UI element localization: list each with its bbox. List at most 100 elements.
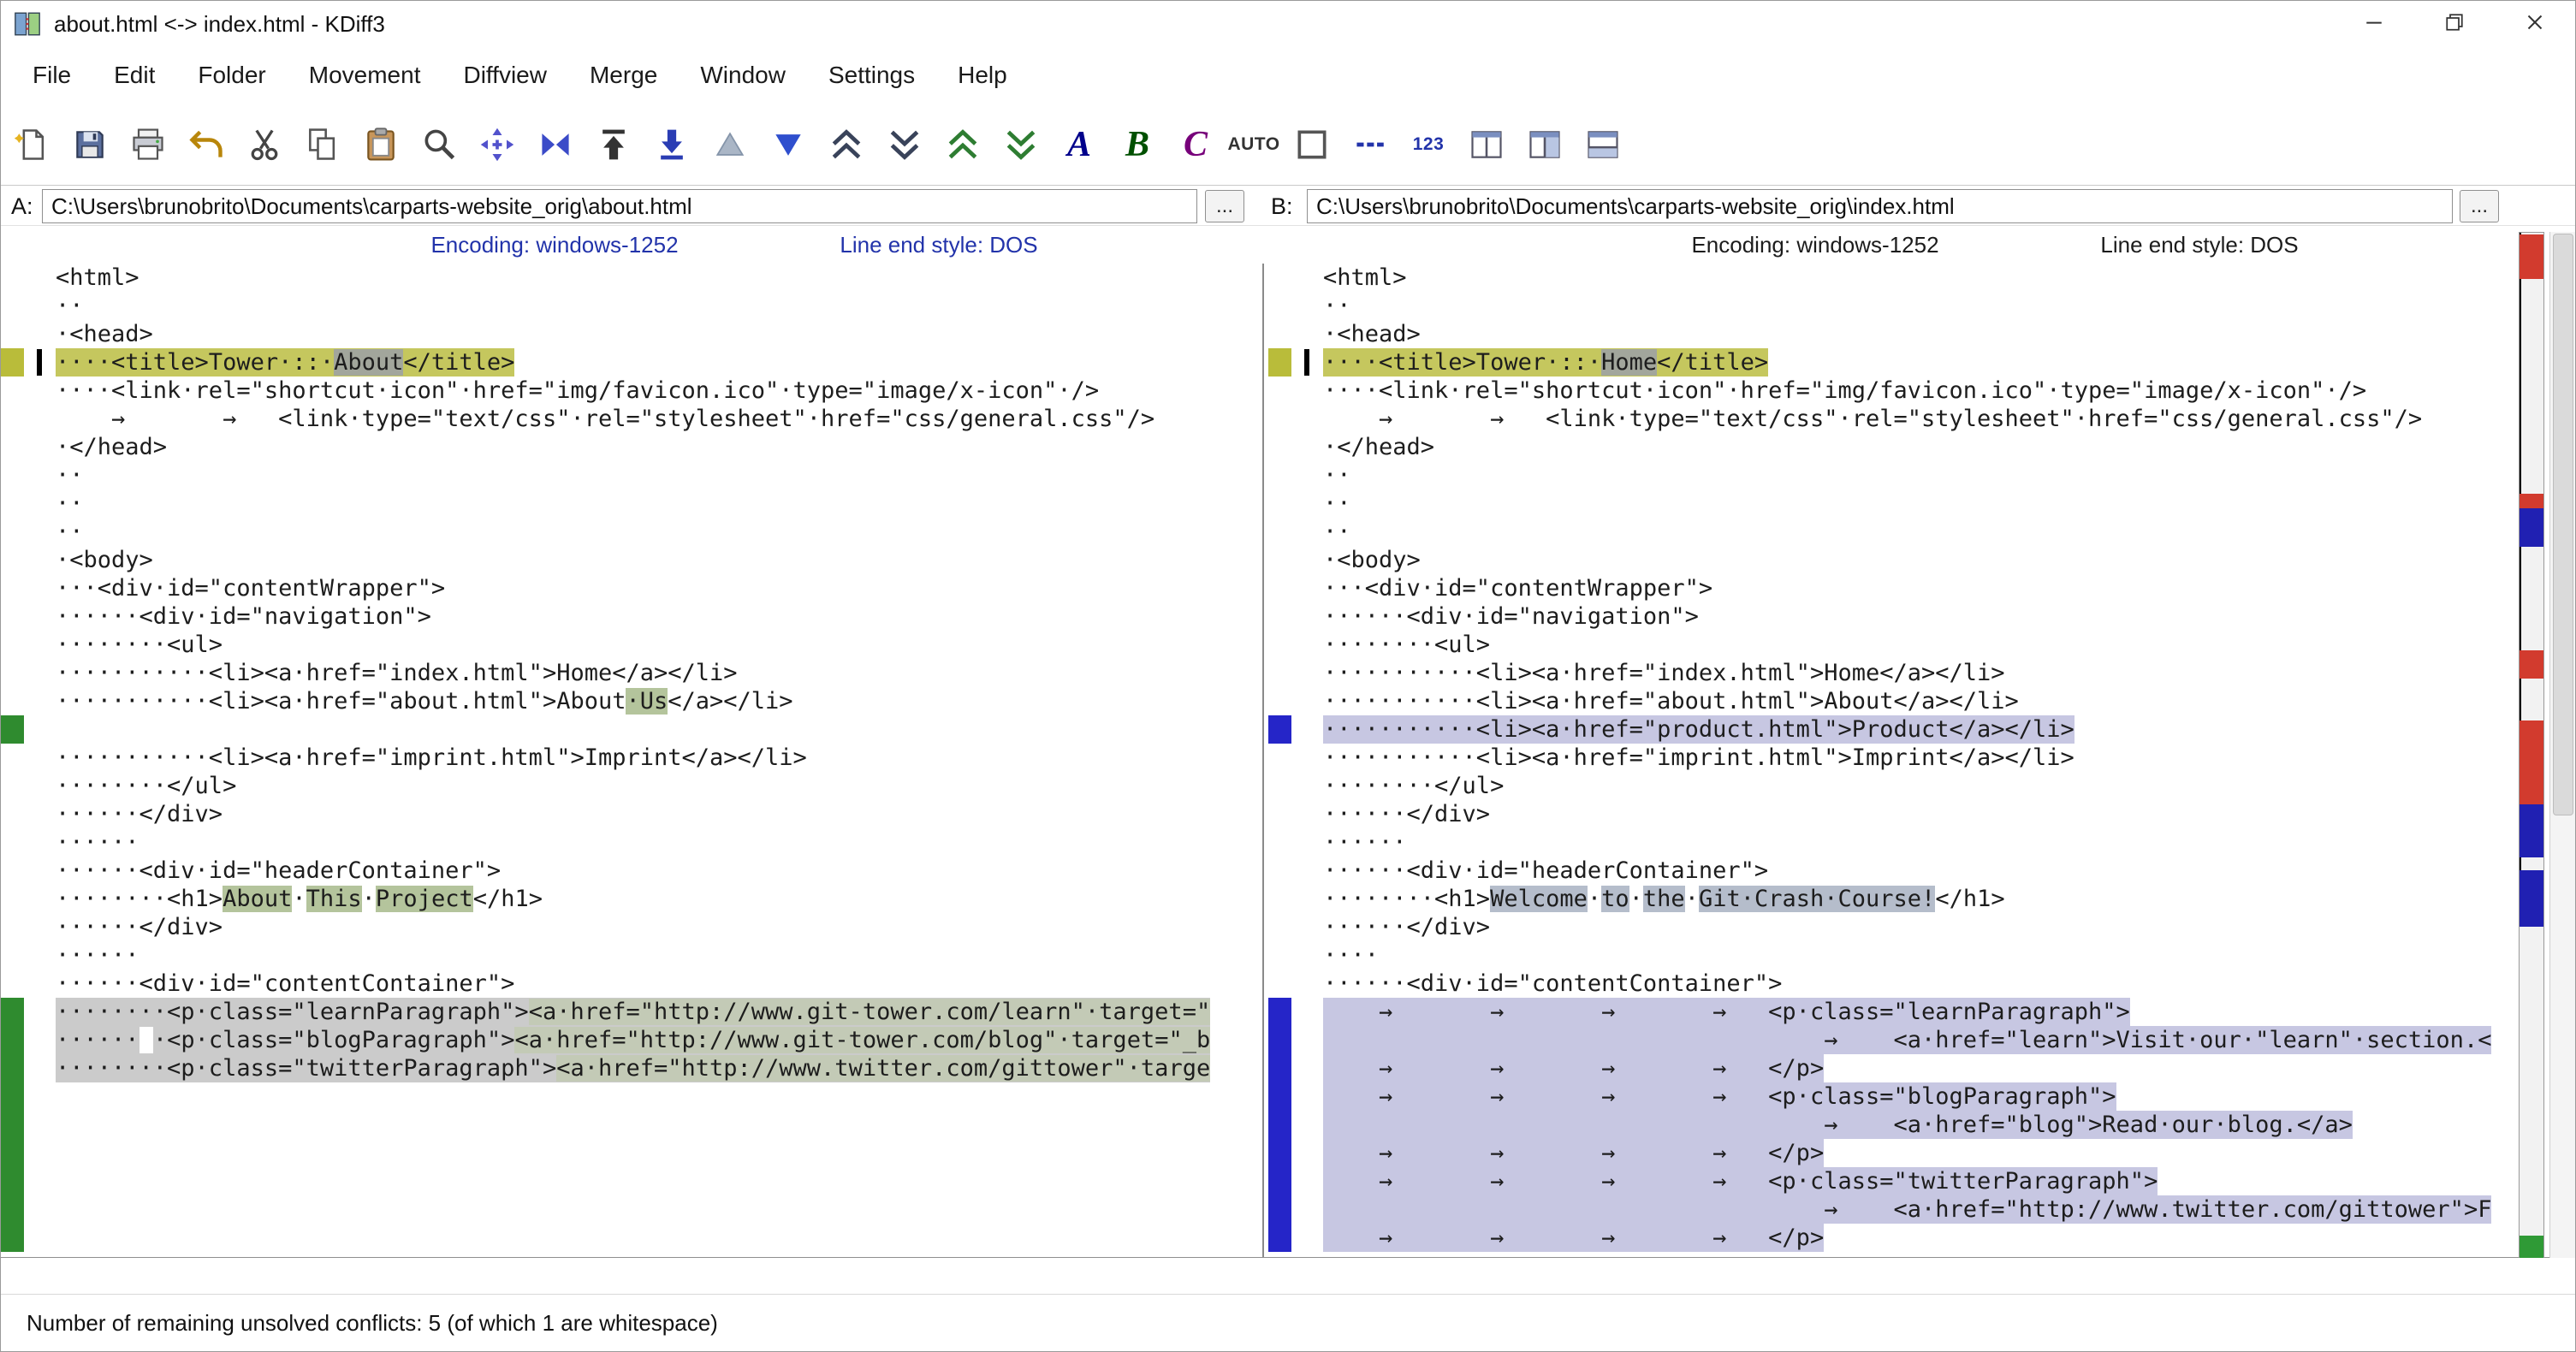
close-button[interactable]: [2495, 1, 2575, 47]
vertical-scrollbar[interactable]: [2549, 232, 2576, 1258]
cut-icon: [246, 126, 283, 163]
code-line-a: ········<h1>About·This·Project</h1>: [1, 885, 1258, 913]
overview-red-block: [2520, 494, 2543, 508]
undo-button[interactable]: [184, 122, 229, 167]
copy-button[interactable]: [300, 122, 345, 167]
show-line-numbers-button[interactable]: 123: [1406, 122, 1451, 167]
code-line-a: ·<body>: [1, 546, 1258, 574]
diff-overview-column[interactable]: [2519, 232, 2544, 1258]
pane-b-path-input[interactable]: [1307, 189, 2453, 223]
minimize-button[interactable]: [2334, 1, 2414, 47]
go-next-delta-button[interactable]: [766, 122, 810, 167]
triangle-down-icon: [769, 126, 807, 163]
find-button[interactable]: [417, 122, 461, 167]
split-view-button-1[interactable]: [1464, 122, 1509, 167]
code-line-a: ······: [1, 828, 1258, 857]
print-button[interactable]: [126, 122, 170, 167]
pane-a-line-end-label: Line end style: DOS: [840, 226, 1037, 264]
code-line-b: ······<div·id="navigation">: [1268, 602, 2515, 631]
select-line-c-button[interactable]: C: [1173, 122, 1218, 167]
scrollbar-thumb[interactable]: [2553, 234, 2573, 815]
select-line-b-button[interactable]: B: [1115, 122, 1160, 167]
code-line-b: ······<div·id="headerContainer">: [1268, 857, 2515, 885]
code-line-a: ···<div·id="contentWrapper">: [1, 574, 1258, 602]
code-line-a: ····<link·rel="shortcut·icon"·href="img/…: [1, 377, 1258, 405]
restore-button[interactable]: [2414, 1, 2495, 47]
go-current-delta-button[interactable]: [475, 122, 519, 167]
split-view-button-3[interactable]: [1581, 122, 1625, 167]
code-line-b: ·<body>: [1268, 546, 2515, 574]
menu-diffview[interactable]: Diffview: [442, 47, 568, 104]
code-line-b: → → → → <p·class="learnParagraph">: [1268, 998, 2515, 1026]
overview-blue-block: [2520, 508, 2543, 547]
double-chevron-up-green-icon: [944, 126, 982, 163]
print-icon: [129, 126, 167, 163]
code-line-b: ······<div·id="contentContainer">: [1268, 970, 2515, 998]
code-line-b: → → → → </p>: [1268, 1054, 2515, 1082]
code-line-a: ···········<li><a·href="index.html">Home…: [1, 659, 1258, 687]
code-line-b: → <a·href="blog">Read·our·blog.</a>: [1268, 1111, 2515, 1139]
undo-icon: [187, 126, 225, 163]
go-current-conflict-button[interactable]: [533, 122, 578, 167]
go-last-delta-button[interactable]: [650, 122, 694, 167]
menu-settings[interactable]: Settings: [807, 47, 936, 104]
text-icon: AUTO: [1227, 134, 1279, 155]
code-line-a: ······</div>: [1, 913, 1258, 941]
code-line-b: ·<head>: [1268, 320, 2515, 348]
diff-pane-a[interactable]: <html>···<head>····<title>Tower·::·About…: [1, 264, 1258, 1257]
four-way-arrows-icon: [478, 126, 516, 163]
pane-splitter[interactable]: [1258, 264, 1268, 1257]
new-file-button[interactable]: [9, 122, 54, 167]
pane-b-browse-button[interactable]: ...: [2460, 190, 2499, 222]
code-line-b: ········<ul>: [1268, 631, 2515, 659]
code-line-b: → → → → <p·class="blogParagraph">: [1268, 1082, 2515, 1111]
code-line-b: ··: [1268, 461, 2515, 489]
diff-area: <html>···<head>····<title>Tower·::·About…: [1, 264, 2575, 1258]
code-line-b: ······</div>: [1268, 800, 2515, 828]
code-view-a: <html>···<head>····<title>Tower·::·About…: [1, 264, 1258, 1082]
show-whitespace-chars-button[interactable]: [1348, 122, 1392, 167]
cut-button[interactable]: [242, 122, 287, 167]
go-first-delta-button[interactable]: [591, 122, 636, 167]
pane-a-browse-button[interactable]: ...: [1205, 190, 1244, 222]
code-line-b: ······</div>: [1268, 913, 2515, 941]
go-prev-delta-button[interactable]: [708, 122, 752, 167]
menu-folder[interactable]: Folder: [176, 47, 287, 104]
select-line-a-button[interactable]: A: [1057, 122, 1101, 167]
auto-advance-button[interactable]: AUTO: [1232, 122, 1276, 167]
encoding-row: Encoding: windows-1252 Line end style: D…: [1, 226, 2575, 264]
status-bar: Number of remaining unsolved conflicts: …: [1, 1294, 2575, 1351]
code-line-b: ··: [1268, 518, 2515, 546]
menu-file[interactable]: File: [11, 47, 92, 104]
unsolved-conflicts-status: Number of remaining unsolved conflicts: …: [27, 1310, 718, 1337]
save-button[interactable]: [68, 122, 112, 167]
go-prev-conflict-button[interactable]: [824, 122, 869, 167]
code-line-b: → <a·href="http://www.twitter.com/gittow…: [1268, 1195, 2515, 1224]
go-prev-unsolved-conflict-button[interactable]: [941, 122, 985, 167]
split-view-button-2[interactable]: [1522, 122, 1567, 167]
white-square-icon: [1293, 126, 1331, 163]
paste-button[interactable]: [359, 122, 403, 167]
go-next-unsolved-conflict-button[interactable]: [999, 122, 1043, 167]
diff-pane-b[interactable]: <html>···<head>····<title>Tower·::·Home<…: [1268, 264, 2515, 1257]
overview-blue-block: [2520, 804, 2543, 857]
title-bar[interactable]: about.html <-> index.html - KDiff3: [1, 1, 2575, 47]
arrow-up-bar-icon: [595, 126, 632, 163]
letter-icon: B: [1125, 127, 1149, 163]
menu-help[interactable]: Help: [936, 47, 1029, 104]
menu-window[interactable]: Window: [679, 47, 807, 104]
new-file-icon: [13, 126, 50, 163]
toolbar: ABC AUTO 123: [1, 104, 2575, 186]
show-whitespace-button[interactable]: [1290, 122, 1334, 167]
code-line-a: <html>: [1, 264, 1258, 292]
menu-edit[interactable]: Edit: [92, 47, 176, 104]
double-chevron-down-icon: [886, 126, 923, 163]
code-line-a: ········</ul>: [1, 772, 1258, 800]
go-next-conflict-button[interactable]: [882, 122, 927, 167]
menu-movement[interactable]: Movement: [288, 47, 442, 104]
pane-a-letter: A:: [11, 187, 33, 226]
menu-merge[interactable]: Merge: [568, 47, 679, 104]
code-line-a: ······</div>: [1, 800, 1258, 828]
pane-a-path-input[interactable]: [42, 189, 1197, 223]
code-line-b: ····<link·rel="shortcut·icon"·href="img/…: [1268, 377, 2515, 405]
